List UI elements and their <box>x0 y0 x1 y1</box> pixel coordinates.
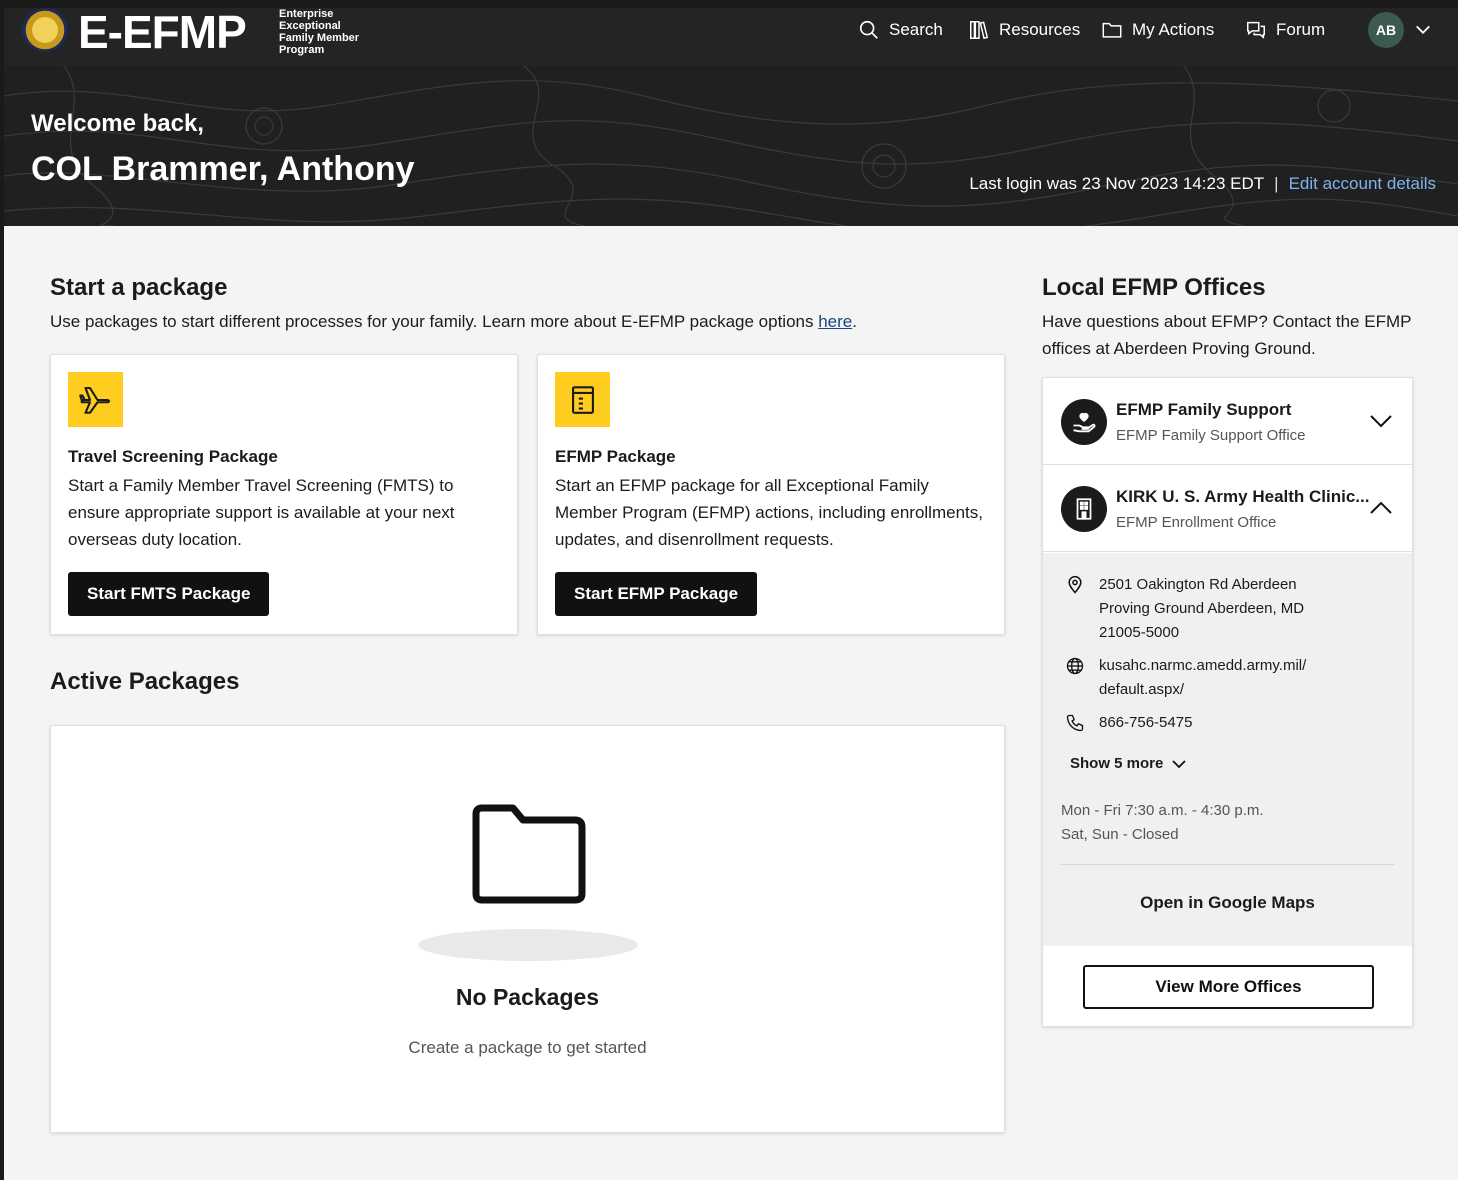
package-description: Start an EFMP package for all Exceptiona… <box>555 476 983 549</box>
intro-suffix: . <box>852 312 857 331</box>
office-type: EFMP Family Support Office <box>1116 427 1306 444</box>
chevron-down-icon <box>1370 415 1392 428</box>
welcome-text: Welcome back, <box>31 110 204 137</box>
efmp-package-card: EFMP Package Start an EFMP package for a… <box>537 354 1005 635</box>
books-icon <box>970 21 989 40</box>
local-offices-intro: Have questions about EFMP? Contact the E… <box>1042 312 1412 358</box>
user-name: COL Brammer, Anthony <box>31 150 415 188</box>
office-icon-badge <box>1061 399 1107 445</box>
offices-panel: EFMP Family Support EFMP Family Support … <box>1042 377 1413 1027</box>
office-hours: Mon - Fri 7:30 a.m. - 4:30 p.m. Sat, Sun… <box>1061 799 1264 847</box>
hours-weekday: Mon - Fri 7:30 a.m. - 4:30 p.m. <box>1061 802 1264 819</box>
nav-forum[interactable]: Forum <box>1245 18 1325 42</box>
clipboard-icon <box>571 385 594 414</box>
active-packages-panel: No Packages Create a package to get star… <box>50 725 1005 1133</box>
last-login-info: Last login was 23 Nov 2023 14:23 EDT | E… <box>969 174 1436 194</box>
empty-folder-icon <box>472 804 586 904</box>
nav-search-label: Search <box>889 20 943 39</box>
office-address: 2501 Oakington Rd Aberdeen Proving Groun… <box>1099 576 1305 641</box>
chevron-up-icon <box>1370 501 1392 514</box>
hand-heart-icon <box>1073 412 1096 433</box>
nav-resources[interactable]: Resources <box>968 18 1080 42</box>
airplane-icon <box>78 386 110 414</box>
edit-account-link[interactable]: Edit account details <box>1289 174 1436 194</box>
show-more-button[interactable]: Show 5 more <box>1070 755 1187 772</box>
divider <box>1061 864 1394 865</box>
building-icon <box>1076 498 1092 520</box>
globe-icon <box>1066 657 1084 675</box>
last-login-text: Last login was 23 Nov 2023 14:23 EDT <box>969 174 1265 193</box>
package-options-link[interactable]: here <box>818 312 852 331</box>
package-description: Start a Family Member Travel Screening (… <box>68 476 455 549</box>
army-seal-logo <box>22 8 68 52</box>
package-icon-badge <box>68 372 123 427</box>
office-website-link[interactable]: kusahc.narmc.amedd.army.mil/ default.asp… <box>1099 654 1329 702</box>
google-maps-link[interactable]: Open in Google Maps <box>1043 893 1412 913</box>
travel-screening-card: Travel Screening Package Start a Family … <box>50 354 518 635</box>
office-item-family-support[interactable]: EFMP Family Support EFMP Family Support … <box>1043 378 1412 465</box>
separator: | <box>1274 174 1279 193</box>
brand-sub-line: Exceptional <box>279 20 341 32</box>
nav-my-actions[interactable]: My Actions <box>1101 18 1214 42</box>
start-fmts-button[interactable]: Start FMTS Package <box>68 572 270 616</box>
view-more-offices-button[interactable]: View More Offices <box>1083 965 1374 1009</box>
chat-bubbles-icon <box>1247 21 1265 39</box>
office-type: EFMP Enrollment Office <box>1116 514 1277 531</box>
welcome-banner: Welcome back, COL Brammer, Anthony Last … <box>4 66 1458 226</box>
package-title: Travel Screening Package <box>68 447 278 466</box>
chevron-down-icon[interactable] <box>1414 21 1432 39</box>
start-package-intro: Use packages to start different processe… <box>50 308 857 335</box>
brand-logo[interactable]: E-EFMP <box>78 8 247 59</box>
map-pin-icon <box>1068 575 1082 594</box>
hours-weekend: Sat, Sun - Closed <box>1061 826 1179 843</box>
empty-state-subtitle: Create a package to get started <box>408 1038 647 1057</box>
local-offices-title: Local EFMP Offices <box>1042 274 1266 301</box>
start-package-title: Start a package <box>50 274 228 301</box>
user-avatar[interactable]: AB <box>1368 12 1404 48</box>
chevron-down-icon <box>1172 759 1186 768</box>
office-icon-badge <box>1061 486 1107 532</box>
office-address-row: 2501 Oakington Rd Aberdeen Proving Groun… <box>1065 573 1385 645</box>
brand-sub-line: Family Member <box>279 32 360 44</box>
top-nav: E-EFMP Enterprise Exceptional Family Mem… <box>4 8 1458 66</box>
office-name: EFMP Family Support <box>1116 400 1292 419</box>
active-packages-title: Active Packages <box>50 668 240 695</box>
empty-state-title: No Packages <box>455 984 600 1010</box>
office-name: KIRK U. S. Army Health Clinic... <box>1116 487 1370 506</box>
office-website-row: kusahc.narmc.amedd.army.mil/ default.asp… <box>1065 654 1385 702</box>
show-more-label: Show 5 more <box>1070 755 1164 772</box>
app-frame: E-EFMP Enterprise Exceptional Family Mem… <box>4 8 1458 1180</box>
nav-search[interactable]: Search <box>858 18 943 42</box>
office-item-kirk-clinic[interactable]: KIRK U. S. Army Health Clinic... EFMP En… <box>1043 465 1412 552</box>
package-icon-badge <box>555 372 610 427</box>
folder-shadow <box>418 929 638 961</box>
phone-icon <box>1066 714 1084 732</box>
office-phone-row: 866-756-5475 <box>1065 711 1192 735</box>
brand-sub-line: Enterprise <box>279 8 334 20</box>
brand-subtitle: Enterprise Exceptional Family Member Pro… <box>279 8 359 56</box>
package-title: EFMP Package <box>555 447 676 466</box>
search-icon <box>859 20 878 39</box>
office-phone-link[interactable]: 866-756-5475 <box>1099 711 1192 735</box>
start-efmp-button[interactable]: Start EFMP Package <box>555 572 758 616</box>
nav-resources-label: Resources <box>999 20 1081 39</box>
folder-icon <box>1102 22 1122 38</box>
office-detail-panel: 2501 Oakington Rd Aberdeen Proving Groun… <box>1043 553 1412 946</box>
nav-my-actions-label: My Actions <box>1132 20 1215 39</box>
brand-sub-line: Program <box>279 44 325 56</box>
topographic-pattern <box>4 66 1458 226</box>
intro-text: Use packages to start different processe… <box>50 312 819 331</box>
nav-forum-label: Forum <box>1276 20 1326 39</box>
